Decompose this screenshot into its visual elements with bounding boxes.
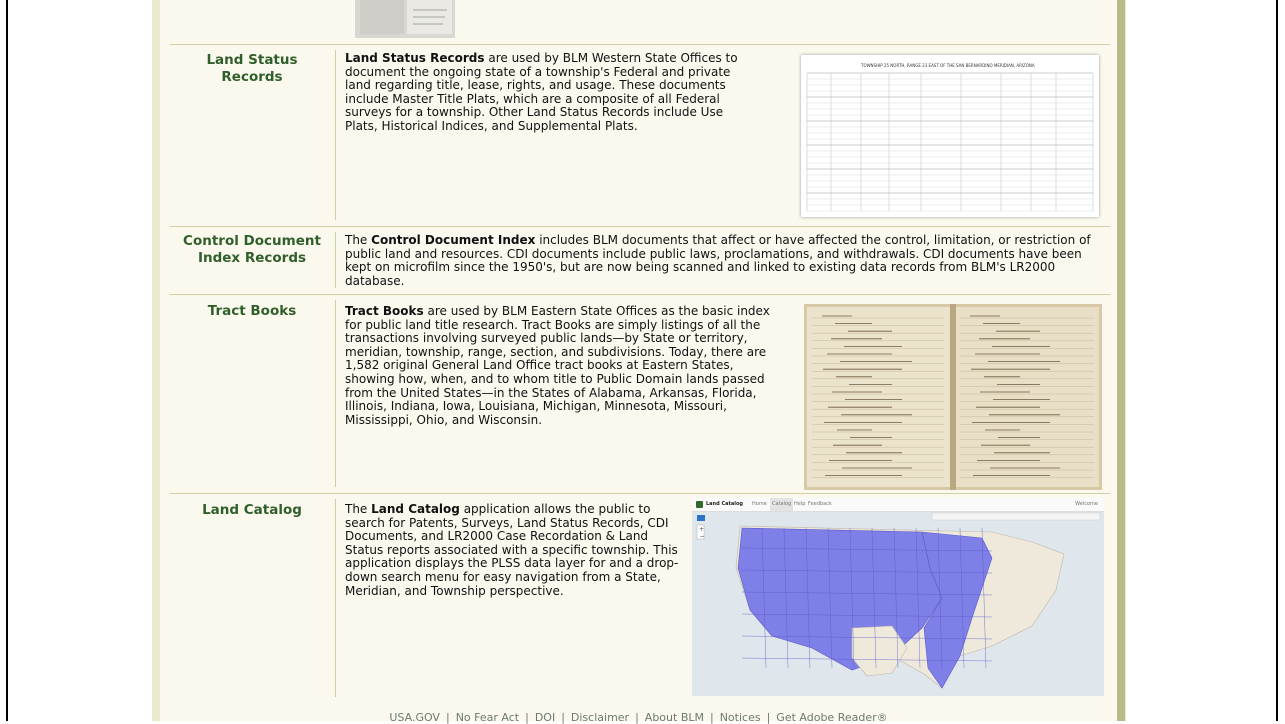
row-label-land-catalog: Land Catalog	[202, 502, 302, 518]
term-cdi: Control Document Index	[371, 233, 536, 247]
right-border	[1117, 0, 1125, 721]
row-divider	[170, 226, 1110, 227]
land-catalog-screenshot: Land Catalog Home Catalog Help Feedback …	[692, 498, 1104, 696]
row-label-cdi: Control Document Index Records	[183, 233, 321, 266]
footer-separator: |	[445, 711, 450, 724]
tract-book-image	[804, 304, 1102, 490]
slide-frame-right	[1276, 0, 1278, 721]
footer-link[interactable]: Get Adobe Reader®	[773, 711, 890, 724]
footer-separator: |	[561, 711, 565, 724]
svg-text:+: +	[699, 526, 704, 533]
term-land-status: Land Status Records	[345, 51, 485, 65]
land-status-record-image: TOWNSHIP 25 NORTH, RANGE 23 EAST OF THE …	[801, 55, 1099, 217]
footer-separator: |	[709, 711, 714, 724]
footer-separator: |	[635, 711, 639, 724]
top-document-image	[355, 0, 455, 40]
description-text: are used by BLM Eastern State Offices as…	[345, 304, 770, 427]
column-divider	[335, 50, 336, 220]
row-label-tract-books: Tract Books	[207, 303, 297, 319]
slide-frame-left	[6, 0, 8, 721]
row-description-land-status: Land Status Records are used by BLM West…	[345, 51, 755, 134]
footer-link[interactable]: About BLM	[642, 711, 707, 724]
column-divider	[335, 300, 336, 487]
description-prefix: The	[345, 502, 372, 516]
column-divider	[335, 499, 336, 697]
footer-link[interactable]: Disclaimer	[568, 711, 632, 724]
svg-text:−: −	[700, 533, 705, 540]
record-image-caption: TOWNSHIP 25 NORTH, RANGE 23 EAST OF THE …	[860, 63, 1035, 68]
term-land-catalog: Land Catalog	[371, 502, 460, 516]
footer-link[interactable]: DOI	[532, 711, 558, 724]
row-divider	[170, 493, 1110, 494]
term-tract-books: Tract Books	[345, 304, 424, 318]
row-divider	[170, 44, 1110, 45]
column-divider	[335, 232, 336, 288]
row-label-land-status: Land Status Records	[206, 52, 298, 85]
footer-link[interactable]: Notices	[717, 711, 764, 724]
footer-separator: |	[766, 711, 771, 724]
row-description-tract-books: Tract Books are used by BLM Eastern Stat…	[345, 304, 785, 427]
row-description-cdi: The Control Document Index includes BLM …	[345, 233, 1105, 288]
description-prefix: The	[345, 233, 372, 247]
row-description-land-catalog: The Land Catalog application allows the …	[345, 502, 680, 598]
footer-separator: |	[525, 711, 529, 724]
row-divider	[170, 294, 1110, 295]
footer-links: USA.GOV | No Fear Act | DOI | Disclaimer | About…	[160, 711, 1117, 724]
footer-link[interactable]: No Fear Act	[453, 711, 522, 724]
description-text: application allows the public to search …	[345, 502, 679, 598]
footer-link[interactable]: USA.GOV	[386, 711, 443, 724]
